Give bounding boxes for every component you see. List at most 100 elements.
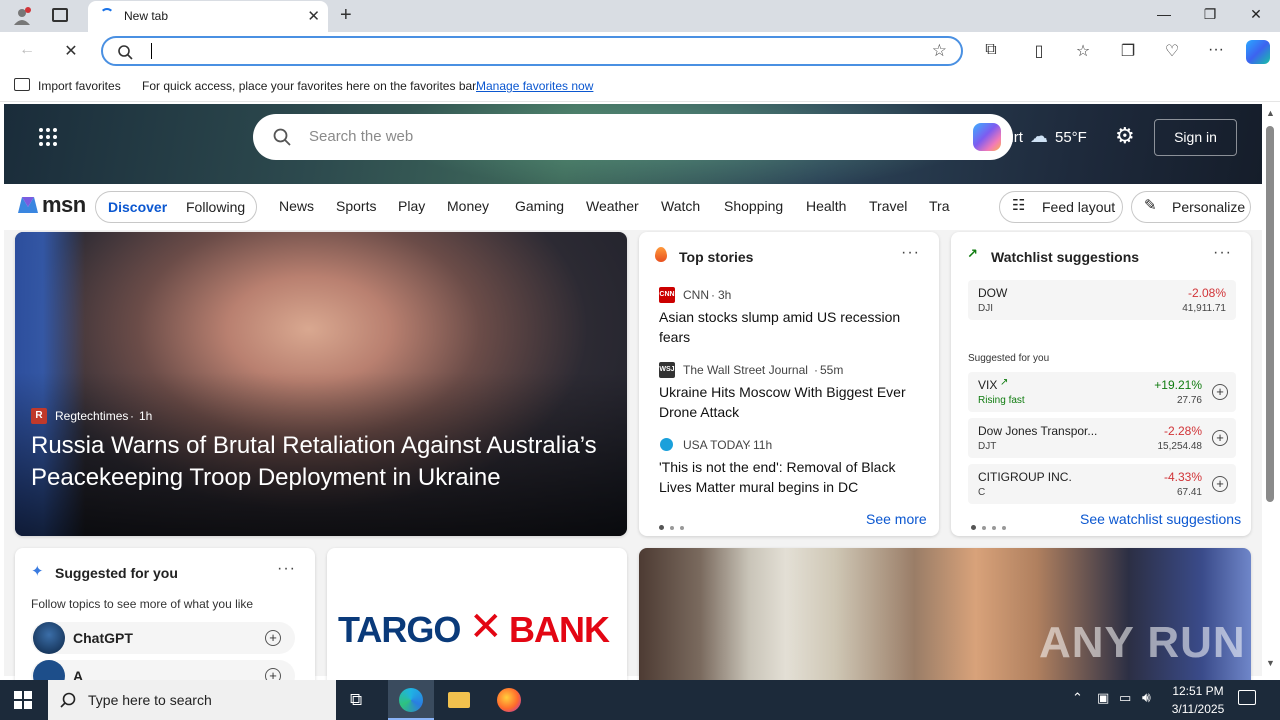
loading-icon [100, 8, 114, 22]
nav-play[interactable]: Play [398, 198, 425, 214]
copilot-search-icon[interactable] [973, 123, 1001, 151]
nav-sports[interactable]: Sports [336, 198, 376, 214]
favorites-icon[interactable]: ☆ [1072, 41, 1094, 61]
nav-shopping[interactable]: Shopping [724, 198, 783, 214]
add-vix-icon[interactable]: + [1212, 384, 1228, 400]
stop-loading-icon[interactable]: ✕ [60, 41, 82, 61]
trend-up-icon: ↗ [967, 246, 978, 261]
feed-layout-button[interactable]: ☷ Feed layout [999, 191, 1123, 223]
windows-start-icon[interactable] [14, 691, 32, 709]
story-2-headline[interactable]: Ukraine Hits Moscow With Biggest Ever Dr… [659, 382, 921, 422]
top-stories-more-icon[interactable]: ··· [901, 244, 920, 262]
nav-watch[interactable]: Watch [661, 198, 700, 214]
watchlist-row-dow[interactable]: DOW DJI -2.08% 41,911.71 [968, 280, 1236, 320]
wsj-logo: WSJ [659, 362, 675, 378]
watchlist-row-vix[interactable]: VIX ↗ Rising fast +19.21% 27.76 + [968, 372, 1236, 412]
favorites-bar: Import favorites For quick access, place… [0, 72, 1280, 102]
nav-news[interactable]: News [279, 198, 314, 214]
profile-icon[interactable] [12, 6, 32, 26]
notifications-icon[interactable] [1238, 690, 1256, 705]
citigroup-value: 67.41 [1176, 487, 1202, 498]
taskbar-search-input[interactable]: Type here to search [88, 692, 212, 708]
scrollbar-thumb[interactable] [1266, 126, 1274, 502]
new-tab-button[interactable]: + [340, 4, 352, 27]
minimize-button[interactable]: — [1154, 6, 1174, 22]
watchlist-row-citigroup[interactable]: CITIGROUP INC. C -4.33% 67.41 + [968, 464, 1236, 504]
volume-icon[interactable]: 🔊︎ [1142, 689, 1151, 706]
web-search-box[interactable]: Search the web [253, 114, 1013, 160]
add-djt-icon[interactable]: + [1212, 430, 1228, 446]
personalize-button[interactable]: ✎ Personalize [1131, 191, 1251, 223]
hero-separator: · [130, 409, 134, 423]
favorite-star-icon[interactable]: ☆ [932, 41, 947, 61]
djt-change: -2.28% [1163, 424, 1202, 438]
file-explorer-icon[interactable] [448, 692, 470, 708]
watchlist-carousel-dots[interactable] [971, 517, 1006, 535]
scroll-up-icon[interactable]: ▲ [1266, 108, 1275, 118]
task-view-icon[interactable]: ⧉ [350, 690, 362, 710]
settings-gear-icon[interactable]: ⚙ [1115, 123, 1135, 149]
nav-truncated[interactable]: Tra [929, 198, 949, 214]
taskbar-search-box[interactable]: Type here to search [48, 680, 336, 720]
topic-chatgpt[interactable]: ChatGPT + [31, 622, 295, 654]
apps-launcher-icon[interactable] [38, 127, 58, 147]
tab-title: New tab [124, 9, 169, 23]
restore-button[interactable]: ❐ [1200, 6, 1220, 23]
browser-essentials-icon[interactable]: ♡ [1161, 41, 1183, 61]
tab-discover[interactable]: Discover [108, 199, 167, 215]
clock-time[interactable]: 12:51 PM [1170, 684, 1226, 698]
tab-close-icon[interactable]: ✕ [307, 7, 320, 25]
watchlist-more-icon[interactable]: ··· [1213, 244, 1232, 262]
hero-headline[interactable]: Russia Warns of Brutal Retaliation Again… [31, 430, 616, 494]
close-window-button[interactable]: ✕ [1246, 6, 1266, 23]
copilot-icon[interactable] [1246, 40, 1270, 64]
hero-card[interactable]: R Regtechtimes · 1h Russia Warns of Brut… [15, 232, 627, 536]
see-watchlist-link[interactable]: See watchlist suggestions [1080, 511, 1241, 527]
tab-new-tab[interactable]: New tab ✕ [88, 1, 328, 32]
manage-favorites-link[interactable]: Manage favorites now [476, 79, 593, 93]
add-citigroup-icon[interactable]: + [1212, 476, 1228, 492]
story-3-headline[interactable]: 'This is not the end': Removal of Black … [659, 457, 921, 497]
see-more-link[interactable]: See more [866, 511, 927, 527]
usatoday-logo [660, 438, 673, 451]
network-icon[interactable]: ▭ [1119, 690, 1131, 706]
edge-taskbar-button[interactable] [388, 680, 434, 720]
address-input[interactable] [151, 43, 152, 59]
msn-logo[interactable]: msn [16, 192, 86, 222]
split-screen-icon[interactable]: ▯ [1028, 41, 1050, 61]
nav-travel[interactable]: Travel [869, 198, 907, 214]
address-bar[interactable]: ☆ [101, 36, 963, 66]
clock-date[interactable]: 3/11/2025 [1166, 702, 1230, 716]
story-1-headline[interactable]: Asian stocks slump amid US recession fea… [659, 307, 921, 347]
story-1-separator: · [711, 288, 715, 302]
tab-following[interactable]: Following [186, 199, 245, 215]
import-favorites-icon[interactable] [14, 78, 30, 91]
more-menu-icon[interactable]: ··· [1205, 41, 1227, 59]
targobank-ad-card[interactable]: TARGO ✕ BANK [327, 548, 627, 688]
nav-money[interactable]: Money [447, 198, 489, 214]
back-icon[interactable]: ← [16, 41, 38, 59]
collections-icon[interactable]: ❐ [1117, 41, 1139, 61]
tray-device-icon[interactable]: ▣ [1097, 690, 1109, 706]
nav-gaming[interactable]: Gaming [515, 198, 564, 214]
tab-actions-icon[interactable] [52, 8, 68, 22]
nav-weather[interactable]: Weather [586, 198, 639, 214]
watchlist-row-djt[interactable]: Dow Jones Transpor... DJT -2.28% 15,254.… [968, 418, 1236, 458]
follow-chatgpt-icon[interactable]: + [265, 630, 281, 646]
nav-health[interactable]: Health [806, 198, 846, 214]
suggested-more-icon[interactable]: ··· [277, 560, 296, 578]
page-scrollbar[interactable]: ▲ ▼ [1262, 104, 1280, 676]
tray-chevron-icon[interactable]: ⌃ [1072, 690, 1083, 706]
feed-layout-label: Feed layout [1042, 199, 1116, 215]
msn-wordmark: msn [42, 192, 86, 217]
news-photo-card[interactable]: ANY RUN [639, 548, 1251, 688]
carousel-dots[interactable] [659, 517, 684, 535]
scroll-down-icon[interactable]: ▼ [1266, 658, 1275, 668]
weather-temperature[interactable]: 55°F [1055, 129, 1087, 146]
topic-chatgpt-label: ChatGPT [73, 630, 133, 646]
sign-in-button[interactable]: Sign in [1154, 119, 1237, 156]
web-search-input[interactable]: Search the web [309, 128, 413, 145]
extensions-icon[interactable]: ⧉ [980, 41, 1002, 59]
firefox-icon[interactable] [497, 688, 521, 712]
import-favorites-button[interactable]: Import favorites [38, 79, 121, 93]
